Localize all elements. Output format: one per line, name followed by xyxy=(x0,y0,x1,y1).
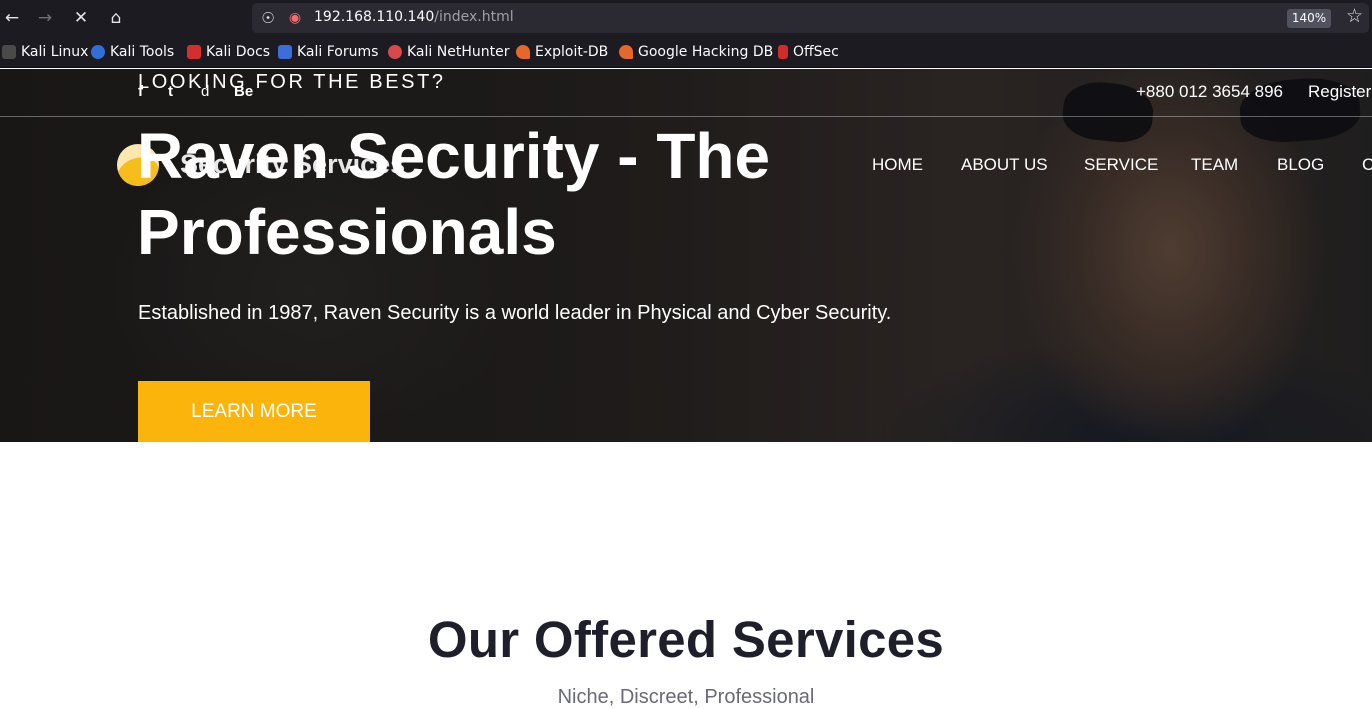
bookmark-label: Kali NetHunter xyxy=(407,44,510,60)
twitter-icon[interactable]: t xyxy=(168,83,173,100)
services-title: Our Offered Services xyxy=(427,611,945,668)
bookmark-label: Exploit-DB xyxy=(535,44,609,60)
insecure-lock-icon[interactable]: ◉ xyxy=(283,6,307,30)
shield-icon[interactable]: ☉ xyxy=(256,6,280,30)
ghdb-icon xyxy=(619,45,633,59)
bookmark-kali-docs[interactable]: Kali Docs xyxy=(187,43,270,61)
nethunter-icon xyxy=(388,45,402,59)
behance-icon[interactable]: Be xyxy=(234,83,253,100)
bookmark-kali-tools[interactable]: Kali Tools xyxy=(91,43,174,61)
hero-title: Raven Security - The Professionals xyxy=(137,120,771,268)
services-subtitle: Niche, Discreet, Professional xyxy=(557,686,815,708)
nav-about-us[interactable]: ABOUT US xyxy=(961,155,1048,175)
top-tagline: LOOKING FOR THE BEST? xyxy=(138,71,446,93)
forward-arrow-icon[interactable]: → xyxy=(33,6,57,30)
kali-tools-icon xyxy=(91,45,105,59)
hero-section: LOOKING FOR THE BEST? f t d Be +880 012 … xyxy=(0,69,1372,442)
exploit-db-icon xyxy=(516,45,530,59)
bookmark-label: Kali Linux xyxy=(21,44,89,60)
phone-number[interactable]: +880 012 3654 896 xyxy=(1136,82,1283,102)
browser-toolbar: ← → ✕ ⌂ ☉ ◉ 192.168.110.140/index.html 1… xyxy=(0,0,1372,36)
bookmark-label: Kali Tools xyxy=(110,44,175,60)
offsec-icon xyxy=(778,45,788,59)
bookmark-kali-forums[interactable]: Kali Forums xyxy=(278,43,378,61)
nav-team[interactable]: TEAM xyxy=(1191,155,1238,175)
bookmark-label: Kali Docs xyxy=(206,44,271,60)
bookmark-kali-linux[interactable]: Kali Linux xyxy=(2,43,88,61)
kali-docs-icon xyxy=(187,45,201,59)
topbar-divider xyxy=(0,116,1372,117)
bookmark-google-hacking-db[interactable]: Google Hacking DB xyxy=(619,43,773,61)
url-host: 192.168.110.140 xyxy=(314,9,435,25)
kali-forums-icon xyxy=(278,45,292,59)
nav-blog[interactable]: BLOG xyxy=(1277,155,1324,175)
bookmark-label: Google Hacking DB xyxy=(638,44,774,60)
back-arrow-icon[interactable]: ← xyxy=(0,6,24,30)
address-bar[interactable]: ☉ ◉ 192.168.110.140/index.html 140% ☆ xyxy=(252,3,1369,33)
kali-dragon-icon xyxy=(2,45,16,59)
bookmark-label: OffSec xyxy=(793,44,839,60)
bookmark-exploit-db[interactable]: Exploit-DB xyxy=(516,43,608,61)
nav-home[interactable]: HOME xyxy=(872,155,923,175)
bookmarks-bar: Kali Linux Kali Tools Kali Docs Kali For… xyxy=(0,36,1372,68)
register-link[interactable]: Register xyxy=(1308,82,1371,102)
nav-service[interactable]: SERVICE xyxy=(1084,155,1158,175)
url-path: /index.html xyxy=(434,9,514,25)
zoom-level-badge[interactable]: 140% xyxy=(1287,9,1331,28)
hero-subtitle: Established in 1987, Raven Security is a… xyxy=(138,302,892,324)
stop-loading-icon[interactable]: ✕ xyxy=(69,6,93,30)
home-icon[interactable]: ⌂ xyxy=(104,6,128,30)
nav-contact[interactable]: C xyxy=(1362,155,1372,175)
bookmark-kali-nethunter[interactable]: Kali NetHunter xyxy=(388,43,509,61)
bookmark-label: Kali Forums xyxy=(297,44,379,60)
learn-more-button[interactable]: LEARN MORE xyxy=(138,381,370,442)
bookmark-star-icon[interactable]: ☆ xyxy=(1346,5,1363,27)
bookmark-offsec[interactable]: OffSec xyxy=(778,43,839,61)
facebook-icon[interactable]: f xyxy=(138,83,143,100)
url-text[interactable]: 192.168.110.140/index.html xyxy=(314,9,514,25)
dribbble-icon[interactable]: d xyxy=(201,83,209,100)
